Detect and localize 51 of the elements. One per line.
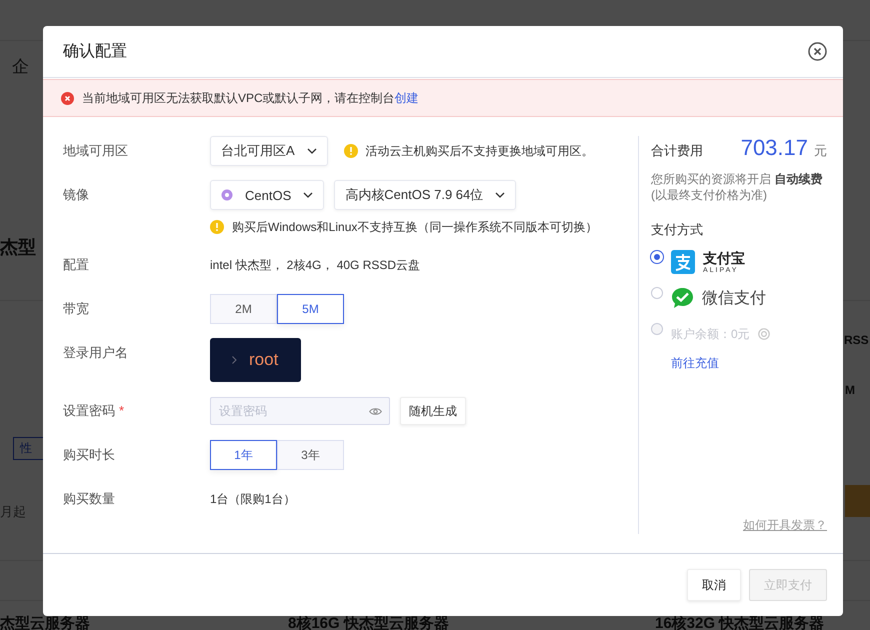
tip-text: 活动云主机购买后不支持更换地域可用区。 bbox=[366, 142, 594, 160]
username-display: root bbox=[210, 338, 301, 382]
field-label: 镜像 bbox=[63, 186, 90, 204]
alert-message: 当前地域可用区无法获取默认VPC或默认子网，请在控制台创建 bbox=[82, 90, 419, 106]
field-value: 1台（限购1台） bbox=[210, 491, 296, 508]
background-text: 杰型 bbox=[0, 236, 36, 259]
dialog-title: 确认配置 bbox=[63, 42, 127, 62]
radio-button[interactable] bbox=[651, 287, 663, 299]
section-title: 支付方式 bbox=[651, 221, 704, 239]
generate-button[interactable]: 随机生成 bbox=[400, 397, 466, 425]
warning-icon bbox=[210, 220, 224, 234]
chevron-down-icon bbox=[303, 192, 314, 198]
select-dropdown[interactable]: 台北可用区A bbox=[210, 136, 328, 166]
background-text: RSS bbox=[844, 333, 869, 347]
chevron-down-icon bbox=[306, 148, 317, 154]
balance-label: 账户余额：0元 bbox=[671, 326, 750, 342]
price-hint: (以最终支付价格为准) bbox=[651, 187, 768, 203]
option-button[interactable]: 1年 bbox=[210, 440, 277, 470]
total-label: 合计费用 bbox=[651, 142, 703, 160]
field-label: 地域可用区 bbox=[63, 142, 129, 160]
field-label: 购买数量 bbox=[63, 490, 116, 508]
option-button[interactable]: 5M bbox=[277, 294, 344, 324]
field-value: intel 快杰型， 2核4G， 40G RSSD云盘 bbox=[210, 257, 420, 274]
alipay-logo-icon bbox=[671, 250, 695, 274]
field-label: 登录用户名 bbox=[63, 344, 129, 362]
warning-icon bbox=[344, 144, 358, 158]
field-label: 设置密码 * bbox=[63, 402, 126, 420]
field-label: 带宽 bbox=[63, 300, 90, 318]
currency-label: 元 bbox=[814, 142, 827, 160]
error-icon bbox=[61, 92, 74, 104]
tip-text: 购买后Windows和Linux不支持互换（同一操作系统不同版本可切换） bbox=[232, 218, 598, 236]
eye-icon[interactable] bbox=[369, 406, 382, 416]
create-link[interactable]: 创建 bbox=[394, 90, 419, 104]
field-label: 配置 bbox=[63, 256, 90, 274]
background-text: 企 bbox=[12, 56, 29, 78]
footer-button[interactable]: 取消 bbox=[687, 569, 741, 601]
chevron-right-icon bbox=[232, 356, 237, 364]
chevron-down-icon bbox=[495, 192, 506, 198]
field-label: 购买时长 bbox=[63, 446, 116, 464]
close-icon[interactable] bbox=[808, 42, 827, 61]
select-dropdown[interactable]: CentOS bbox=[210, 180, 324, 210]
recharge-link[interactable]: 前往充值 bbox=[671, 355, 827, 372]
option-button[interactable]: 3年 bbox=[277, 440, 344, 470]
option-button[interactable]: 2M bbox=[210, 294, 277, 324]
select-dropdown[interactable]: 高内核CentOS 7.9 64位 bbox=[334, 180, 516, 210]
wechat-pay-label: 微信支付 bbox=[702, 288, 766, 308]
wechat-logo-icon bbox=[671, 287, 694, 309]
total-amount: 703.17 bbox=[740, 135, 808, 161]
password-field[interactable]: 设置密码 bbox=[210, 397, 390, 425]
background-text: M bbox=[845, 383, 855, 397]
renew-note: 您所购买的资源将开启 自动续费 bbox=[651, 171, 824, 187]
